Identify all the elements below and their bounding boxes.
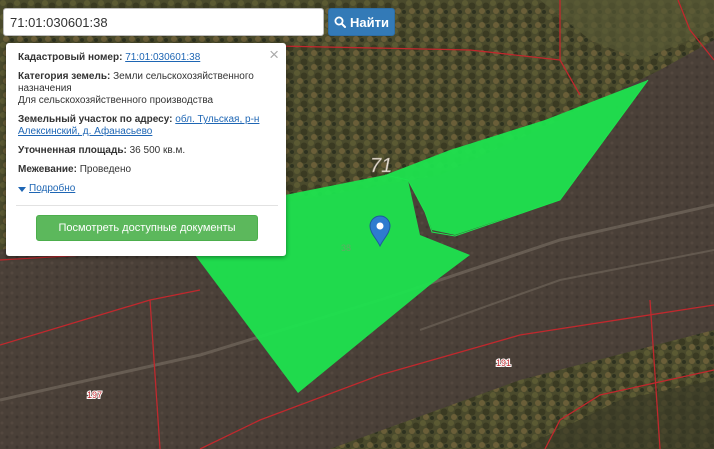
cadastral-number-row: Кадастровый номер: 71:01:030601:38 bbox=[18, 52, 276, 64]
survey-value: Проведено bbox=[79, 164, 132, 175]
land-usage-value: Для сельскохозяйственного производства bbox=[18, 95, 214, 106]
address-label: Земельный участок по адресу: bbox=[18, 114, 173, 125]
search-bar: Найти bbox=[3, 8, 395, 36]
search-button-label: Найти bbox=[350, 14, 389, 30]
details-toggle[interactable]: Подробно bbox=[18, 183, 75, 195]
address-row: Земельный участок по адресу: обл. Тульск… bbox=[18, 114, 276, 138]
area-value: 36 500 кв.м. bbox=[129, 145, 186, 156]
survey-label: Межевание: bbox=[18, 164, 77, 175]
view-documents-button[interactable]: Посмотреть доступные документы bbox=[36, 214, 258, 241]
cadastral-number-label: Кадастровый номер: bbox=[18, 52, 123, 63]
area-label: Уточненная площадь: bbox=[18, 145, 127, 156]
close-icon[interactable]: × bbox=[269, 46, 279, 64]
parcel-label-west: 197 bbox=[87, 390, 102, 400]
search-icon bbox=[334, 16, 347, 28]
area-row: Уточненная площадь: 36 500 кв.м. bbox=[18, 145, 276, 157]
land-category-row: Категория земель: Земли сельскохозяйстве… bbox=[18, 71, 276, 107]
search-input[interactable] bbox=[3, 8, 324, 36]
parcel-label-selected: 38 bbox=[341, 243, 351, 253]
search-button[interactable]: Найти bbox=[328, 8, 395, 36]
land-category-label: Категория земель: bbox=[18, 71, 111, 82]
caret-down-icon bbox=[18, 186, 26, 192]
cadastral-number-link[interactable]: 71:01:030601:38 bbox=[125, 52, 200, 63]
details-toggle-label: Подробно bbox=[29, 183, 76, 194]
parcel-label-east: 191 bbox=[496, 358, 511, 368]
region-label: 71 bbox=[370, 155, 392, 177]
parcel-info-popup: × Кадастровый номер: 71:01:030601:38 Кат… bbox=[6, 43, 286, 256]
survey-row: Межевание: Проведено bbox=[18, 164, 276, 176]
divider bbox=[16, 204, 278, 206]
